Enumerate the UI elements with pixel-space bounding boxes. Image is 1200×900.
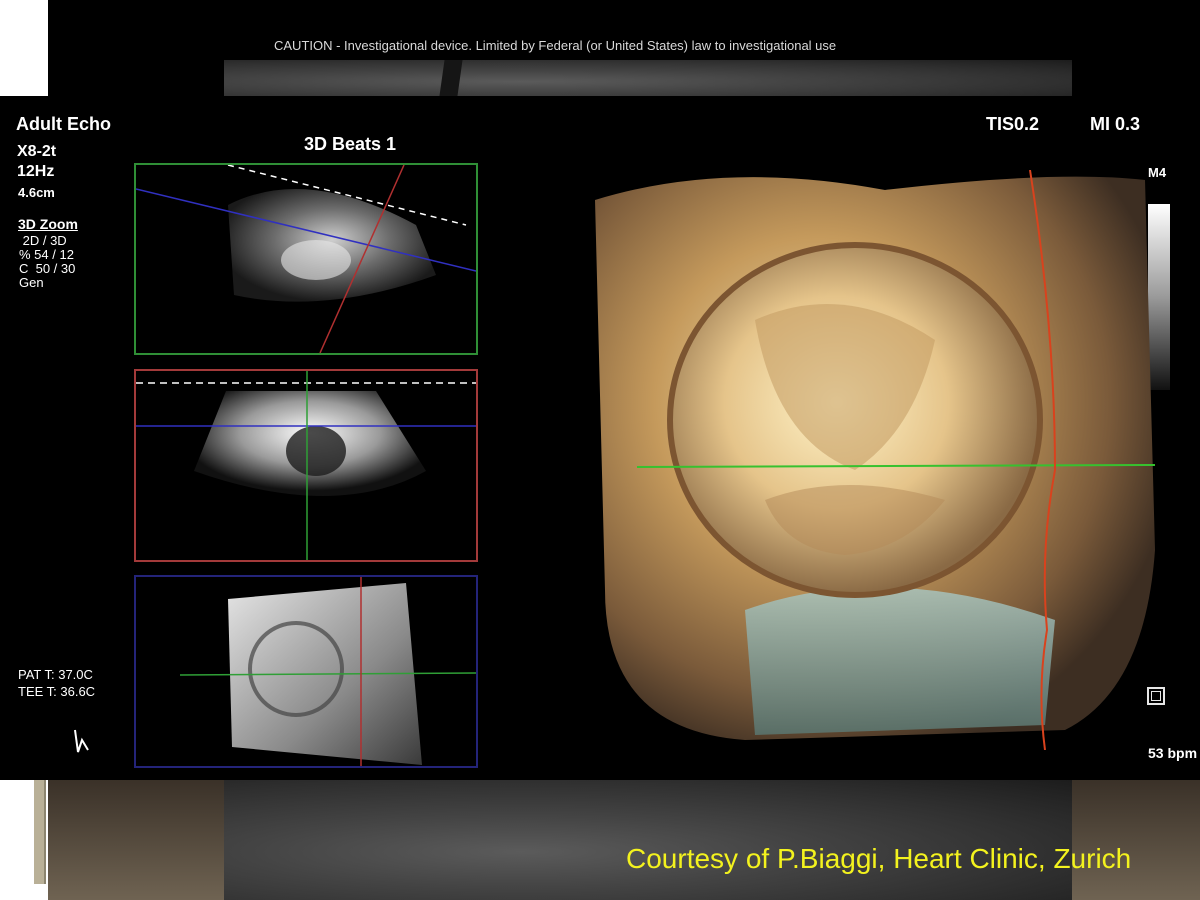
zoom-param-1: 2D / 3D — [19, 233, 67, 248]
3d-volume-render[interactable] — [585, 169, 1160, 751]
3d-valve-image — [595, 169, 1156, 751]
axial-image — [136, 165, 476, 353]
zoom-mode-title: 3D Zoom — [18, 216, 78, 232]
mode-label: Adult Echo — [16, 114, 111, 134]
frame-rate-label: 12Hz — [17, 163, 55, 180]
sagittal-image — [136, 371, 476, 560]
ecg-trigger-icon — [74, 729, 89, 753]
fluoroscopy-image-top — [224, 60, 1072, 96]
mpr-pane-sagittal[interactable] — [134, 369, 478, 562]
courtesy-caption: Courtesy of P.Biaggi, Heart Clinic, Zuri… — [626, 843, 1132, 874]
slide-background-bottom-left — [48, 780, 224, 900]
beats-title: 3D Beats 1 — [304, 134, 397, 154]
echo-screen: Adult Echo X8-2t 12Hz 4.6cm 3D Zoom 2D /… — [0, 96, 1200, 780]
depth-label: 4.6cm — [18, 185, 55, 200]
mi-readout: MI 0.3 — [1090, 114, 1141, 134]
zoom-params: 2D / 3D % 54 / 12 C 50 / 30 Gen — [19, 234, 75, 290]
patient-temperature: PAT T: 37.0C — [18, 667, 93, 682]
caution-notice: CAUTION - Investigational device. Limite… — [274, 38, 837, 53]
heart-rate-readout: 53 bpm — [1148, 745, 1198, 761]
mpr-pane-axial[interactable] — [134, 163, 478, 355]
zoom-param-4: Gen — [19, 275, 44, 290]
zoom-param-3: C 50 / 30 — [19, 261, 76, 276]
tis-readout: TIS0.2 — [986, 114, 1040, 134]
coronal-image — [179, 577, 476, 766]
tee-temperature: TEE T: 36.6C — [18, 684, 96, 699]
zoom-param-2: % 54 / 12 — [19, 247, 74, 262]
slide-background-bottom-right — [1072, 780, 1200, 900]
probe-label: X8-2t — [17, 143, 57, 160]
mpr-pane-coronal[interactable] — [134, 575, 478, 768]
decorative-bar — [34, 780, 46, 884]
fluoroscopy-image-bottom — [224, 780, 1072, 900]
fullscreen-icon[interactable] — [1147, 687, 1165, 705]
